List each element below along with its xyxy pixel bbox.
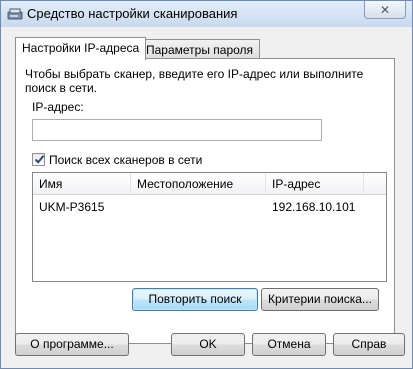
dialog-client: Настройки IP-адреса Параметры пароля Что…	[5, 27, 408, 366]
ip-address-label: IP-адрес:	[32, 100, 84, 114]
cancel-button[interactable]: Отмена	[252, 333, 326, 356]
retry-search-button[interactable]: Повторить поиск	[132, 288, 258, 311]
search-criteria-button[interactable]: Критерии поиска...	[261, 288, 379, 311]
title-bar[interactable]: Средство настройки сканирования ✕	[1, 1, 412, 27]
scanner-app-icon	[7, 6, 23, 22]
help-button[interactable]: Справ	[333, 333, 405, 356]
search-all-label[interactable]: Поиск всех сканеров в сети	[49, 153, 202, 167]
checkmark-icon	[34, 155, 45, 164]
column-header-location[interactable]: Местоположение	[131, 173, 266, 195]
row-ip-cell: 192.168.10.101	[272, 200, 356, 214]
close-button[interactable]: ✕	[364, 1, 406, 19]
tab-label: Настройки IP-адреса	[22, 41, 140, 55]
about-button[interactable]: О программе...	[15, 333, 129, 356]
dialog-window: Средство настройки сканирования ✕ Настро…	[0, 0, 413, 369]
ip-address-input[interactable]	[32, 119, 322, 141]
close-icon: ✕	[379, 2, 391, 17]
table-row[interactable]: UKM-P3615 192.168.10.101	[33, 197, 386, 215]
hint-text: Чтобы выбрать сканер, введите его IP-адр…	[25, 67, 364, 95]
ok-button[interactable]: OK	[171, 333, 245, 356]
row-name-cell: UKM-P3615	[39, 200, 105, 214]
tab-ip-settings[interactable]: Настройки IP-адреса	[15, 37, 147, 60]
tab-password-settings[interactable]: Параметры пароля	[139, 39, 261, 60]
tab-label: Параметры пароля	[146, 43, 254, 57]
window-title: Средство настройки сканирования	[27, 6, 238, 21]
list-header: Имя Местоположение IP-адрес	[33, 173, 386, 195]
search-all-checkbox[interactable]	[32, 153, 45, 166]
column-header-ip[interactable]: IP-адрес	[266, 173, 364, 195]
scanner-list[interactable]: Имя Местоположение IP-адрес UKM-P3615 19…	[32, 172, 387, 282]
column-header-name[interactable]: Имя	[33, 173, 131, 195]
